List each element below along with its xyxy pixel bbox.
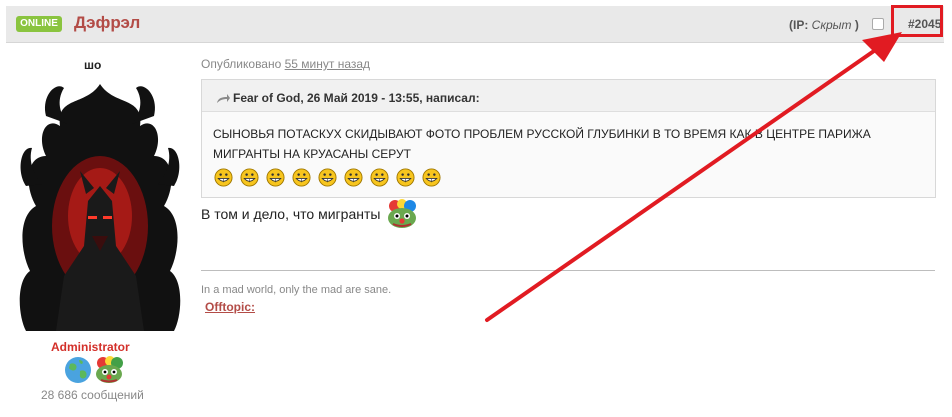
quote-text: СЫНОВЬЯ ПОТАСКУХ СКИДЫВАЮТ ФОТО ПРОБЛЕМ … xyxy=(213,127,871,161)
grin-smiley-icon xyxy=(396,168,415,187)
annotation-highlight-box xyxy=(891,5,943,37)
grin-smiley-icon xyxy=(344,168,363,187)
signature-link[interactable]: Offtopic: xyxy=(205,300,255,314)
user-rank: Administrator xyxy=(51,340,130,354)
post-count: 28 686 сообщений xyxy=(41,388,144,402)
user-title: шо xyxy=(84,58,102,72)
ip-label: (IP: xyxy=(789,18,812,32)
grin-smiley-icon xyxy=(318,168,337,187)
signature-text: In a mad world, only the mad are sane. xyxy=(201,284,392,296)
grin-smiley-icon xyxy=(422,168,441,187)
published-prefix: Опубликовано xyxy=(201,57,285,71)
ip-info: (IP: Скрыт ) xyxy=(789,18,859,32)
signature-divider xyxy=(201,270,935,271)
smiley-row xyxy=(214,168,448,188)
quote-author: Fear of God, 26 Май 2019 - 13:55, написа… xyxy=(233,91,480,105)
pepe-clown-icon xyxy=(386,199,418,229)
ip-close: ) xyxy=(851,18,859,32)
post-select-checkbox[interactable] xyxy=(872,18,884,30)
ip-value: Скрыт xyxy=(811,18,852,32)
published-time-link[interactable]: 55 минут назад xyxy=(285,57,370,71)
reply-text: В том и дело, что мигранты xyxy=(201,206,381,222)
avatar[interactable] xyxy=(16,76,184,334)
pepe-clown-icon xyxy=(94,356,124,384)
published-info: Опубликовано 55 минут назад xyxy=(201,57,370,71)
grin-smiley-icon xyxy=(240,168,259,187)
online-badge: ONLINE xyxy=(16,16,62,32)
post-header: ONLINE Дэфрэл (IP: Скрыт ) #2045 xyxy=(6,6,944,43)
quote-block: Fear of God, 26 Май 2019 - 13:55, написа… xyxy=(201,79,936,198)
quote-reply-icon xyxy=(217,94,230,103)
grin-smiley-icon xyxy=(370,168,389,187)
grin-smiley-icon xyxy=(266,168,285,187)
grin-smiley-icon xyxy=(292,168,311,187)
globe-icon xyxy=(64,356,92,384)
author-name-link[interactable]: Дэфрэл xyxy=(74,13,140,33)
grin-smiley-icon xyxy=(214,168,233,187)
quote-header: Fear of God, 26 Май 2019 - 13:55, написа… xyxy=(202,80,935,112)
